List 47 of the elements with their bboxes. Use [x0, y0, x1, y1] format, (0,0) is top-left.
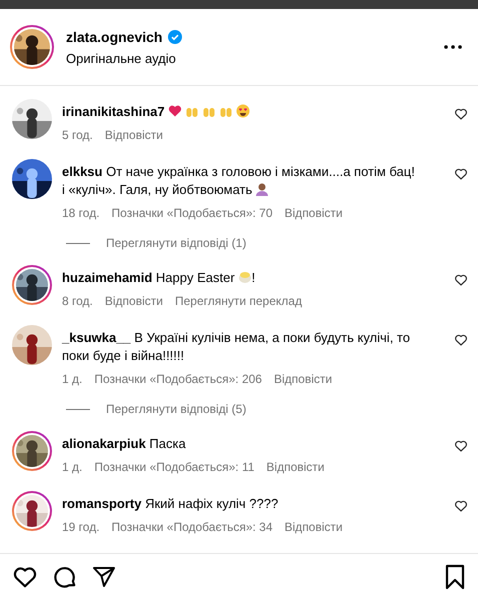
heart-outline-drawing: [454, 167, 468, 181]
bookmark-icon[interactable]: [444, 564, 466, 590]
comment-text: romansporty Який нафіх куліч ????: [62, 495, 280, 513]
heart-outline-drawing: [454, 333, 468, 347]
like-icon[interactable]: [454, 167, 468, 181]
likes-count[interactable]: Позначки «Подобається»: 34: [112, 520, 273, 534]
audio-label[interactable]: Оригінальне аудіо: [66, 50, 432, 66]
heart-emoji-icon: [168, 104, 182, 118]
like-icon[interactable]: [454, 499, 468, 513]
reply-link[interactable]: Відповісти: [284, 206, 343, 220]
author-name[interactable]: zlata.ognevich: [66, 28, 162, 44]
reply-link[interactable]: Відповісти: [266, 460, 325, 474]
comment-text: huzaimehamid Happy Easter !: [62, 269, 256, 287]
heart-eyes-emoji-icon: [236, 104, 250, 118]
like-icon[interactable]: [454, 439, 468, 453]
likes-count[interactable]: Позначки «Подобається»: 206: [94, 372, 262, 386]
likes-count[interactable]: Позначки «Подобається»: 70: [112, 206, 273, 220]
comment-text: irinanikitashina7: [62, 99, 420, 121]
reply-link[interactable]: Відповісти: [104, 294, 163, 308]
comment-time: 5 год.: [62, 128, 93, 142]
comment-text: _ksuwka__ В Україні кулічів нема, а поки будуть кулічі, то поки буде і війна!!!!!!: [62, 329, 411, 365]
like-icon[interactable]: [454, 107, 468, 121]
view-replies-link[interactable]: Переглянути відповіді (1): [106, 236, 246, 250]
heart-outline-drawing: [454, 439, 468, 453]
heart-outline-drawing: [454, 273, 468, 287]
comment-time: 8 год.: [62, 294, 93, 308]
reply-link[interactable]: Відповісти: [104, 128, 163, 142]
heart-outline-drawing: [454, 107, 468, 121]
view-replies-link[interactable]: Переглянути відповіді (5): [106, 402, 246, 416]
heart-outline-drawing: [454, 499, 468, 513]
cake-emoji-icon: [238, 270, 252, 284]
share-icon[interactable]: [92, 565, 116, 589]
likes-count[interactable]: Позначки «Подобається»: 11: [94, 460, 254, 474]
comment-text: elkksu От наче українка з головою і мізками....а потім бац! і «куліч». Галя, ну йобтвоюмать: [62, 163, 416, 199]
comment-icon[interactable]: [52, 564, 78, 590]
reply-link[interactable]: Відповісти: [284, 520, 343, 534]
like-icon[interactable]: [454, 333, 468, 347]
more-options-icon[interactable]: [444, 45, 462, 49]
reply-link[interactable]: Відповісти: [274, 372, 332, 386]
translate-link[interactable]: Переглянути переклад: [174, 294, 302, 308]
comment-text: alionakarpiuk Паска: [62, 435, 187, 453]
comment-time: 18 год.: [62, 206, 100, 220]
comment-time: 1 д.: [62, 372, 82, 386]
person-emoji-icon: [255, 182, 270, 196]
comment-time: 19 год.: [62, 520, 100, 534]
comment-time: 1 д.: [62, 460, 82, 474]
like-icon[interactable]: [454, 273, 468, 287]
